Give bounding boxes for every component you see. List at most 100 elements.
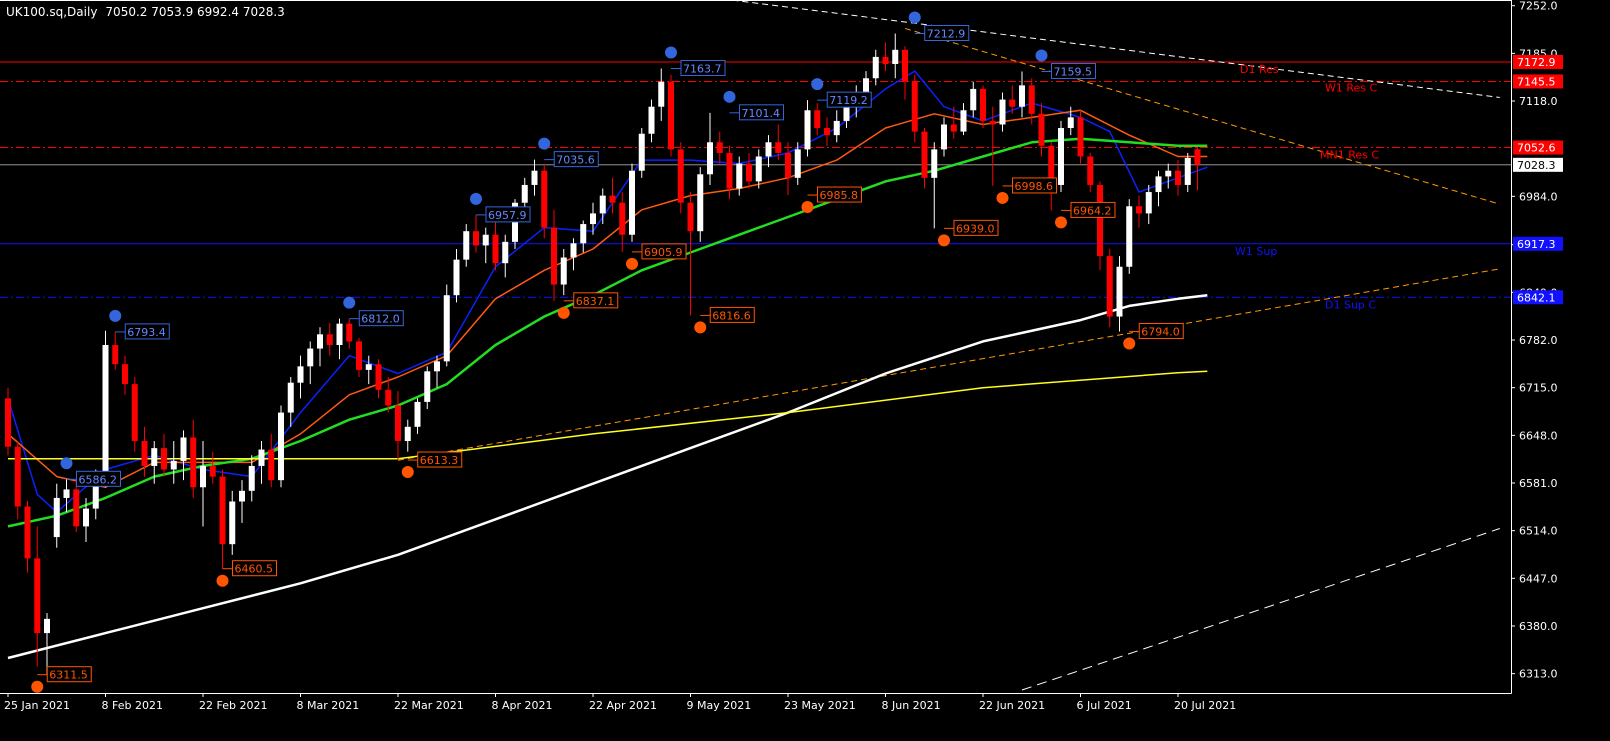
candle-body xyxy=(200,465,206,488)
candle-body xyxy=(443,295,450,362)
candle-body xyxy=(151,448,158,466)
candle-body xyxy=(336,323,343,345)
x-tick-label: 20 Jul 2021 xyxy=(1174,699,1236,712)
candle-body xyxy=(1155,176,1162,193)
y-tick-label: 6380.0 xyxy=(1519,620,1558,633)
candle-body xyxy=(404,426,411,442)
candle-body xyxy=(434,361,440,372)
swing-low-dot xyxy=(996,191,1009,204)
level-label: D1 Res xyxy=(1240,63,1279,76)
swing-high-dot xyxy=(538,137,551,150)
swing-high-value: 6957.9 xyxy=(488,209,527,222)
candle-body xyxy=(356,341,362,370)
candle-body xyxy=(14,446,21,507)
candle-body xyxy=(726,152,733,189)
candle-body xyxy=(736,163,743,189)
candle-body xyxy=(385,389,392,406)
candle-body xyxy=(882,56,889,65)
candle-body xyxy=(375,364,382,390)
candle-body xyxy=(824,128,830,136)
swing-high-value: 7212.9 xyxy=(927,28,966,41)
candle-body xyxy=(580,224,587,244)
x-tick-label: 8 Jun 2021 xyxy=(882,699,941,712)
candle-body xyxy=(229,501,236,545)
swing-low-value: 6794.0 xyxy=(1141,325,1180,338)
y-tick-label: 6715.0 xyxy=(1519,382,1558,395)
swing-high-dot xyxy=(470,192,482,205)
candle-body xyxy=(521,184,528,203)
candle-body xyxy=(297,366,304,383)
swing-high-dot xyxy=(811,78,824,91)
swing-low-value: 6613.3 xyxy=(420,454,459,467)
candle-body xyxy=(24,506,31,559)
candle-body xyxy=(473,231,479,246)
candle-body xyxy=(219,476,226,545)
candle xyxy=(1077,110,1084,164)
chart-header: UK100.sq,Daily 7050.2 7053.9 6992.4 7028.… xyxy=(6,5,285,19)
swing-high-value: 7101.4 xyxy=(742,107,781,120)
swing-low-dot xyxy=(801,201,814,214)
level-label: D1 Sup C xyxy=(1325,298,1376,311)
candle-body xyxy=(287,382,294,413)
swing-low-dot xyxy=(1123,337,1136,350)
candle-body xyxy=(1009,99,1016,107)
candle-body xyxy=(648,106,655,134)
candle-body xyxy=(1097,184,1103,257)
swing-low-value: 6985.8 xyxy=(820,189,859,202)
candle-body xyxy=(707,142,713,175)
candle xyxy=(443,284,450,367)
candle xyxy=(131,377,138,452)
candle-body xyxy=(1175,170,1181,185)
candle-body xyxy=(989,120,996,125)
level-label: MN1 Res C xyxy=(1320,149,1379,162)
candle-body xyxy=(248,465,255,491)
x-tick-label: 22 Mar 2021 xyxy=(394,699,464,712)
candle-body xyxy=(697,174,704,232)
y-tick-label: 6782.0 xyxy=(1519,334,1558,347)
candle-body xyxy=(863,78,869,93)
swing-low-value: 6837.1 xyxy=(576,295,615,308)
candle-body xyxy=(1136,206,1142,214)
candle-body xyxy=(960,110,967,132)
candle-body xyxy=(814,110,821,129)
candle xyxy=(638,128,645,178)
candle-body xyxy=(170,460,177,470)
swing-high-value: 6812.0 xyxy=(361,313,400,326)
candle xyxy=(668,74,674,157)
candle-body xyxy=(551,227,557,285)
price-chart[interactable]: 6793.4 6586.2 6812.0 6957.9 7035.6 7163.7 7101… xyxy=(0,0,1610,737)
candle-body xyxy=(541,170,548,228)
candle-body xyxy=(931,149,938,178)
candle-body xyxy=(687,202,694,232)
candle xyxy=(278,405,284,488)
swing-high-value: 6793.4 xyxy=(127,326,166,339)
x-tick-label: 23 May 2021 xyxy=(784,699,856,712)
candle-body xyxy=(609,195,616,203)
candle-body xyxy=(1067,117,1074,129)
candle-body xyxy=(1058,128,1064,185)
candle-body xyxy=(794,149,801,178)
swing-high-dot xyxy=(908,11,921,24)
candle-body xyxy=(785,152,791,178)
ohlc-values: 7050.2 7053.9 6992.4 7028.3 xyxy=(105,5,284,19)
swing-high-dot xyxy=(109,309,122,322)
candle-body xyxy=(619,202,626,235)
candle-body xyxy=(83,508,89,527)
candle xyxy=(1058,120,1064,193)
swing-high-dot xyxy=(343,296,356,309)
chart-window: 6793.4 6586.2 6812.0 6957.9 7035.6 7163.7 7101… xyxy=(0,0,1610,737)
swing-high-dot xyxy=(723,90,736,103)
swing-high-value: 7159.5 xyxy=(1054,65,1093,78)
candle-body xyxy=(112,345,119,365)
candle-body xyxy=(424,371,431,402)
candle-body xyxy=(346,323,353,342)
candle-body xyxy=(668,81,674,150)
candle-body xyxy=(53,497,60,538)
candle-body xyxy=(482,234,489,246)
y-tick-label: 7252.0 xyxy=(1519,0,1558,13)
swing-low-dot xyxy=(216,574,229,587)
candle-body xyxy=(131,384,138,442)
y-tick-label: 6581.0 xyxy=(1519,477,1558,490)
candle-body xyxy=(190,437,197,488)
swing-low-dot xyxy=(938,234,950,247)
